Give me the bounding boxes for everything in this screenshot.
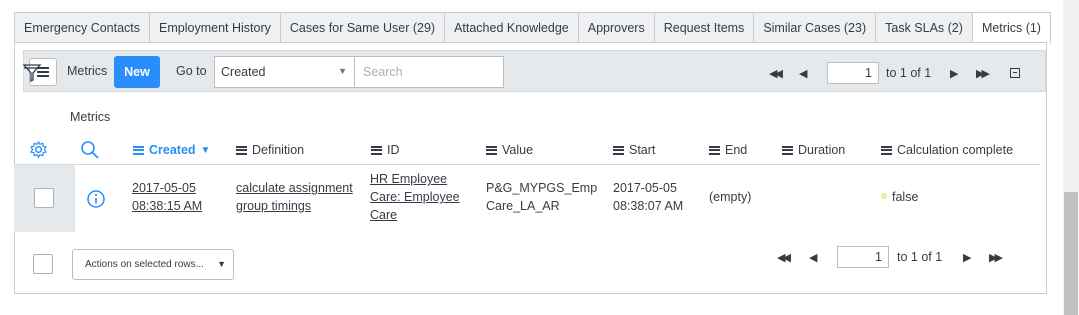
row-checkbox[interactable]	[34, 188, 54, 208]
sort-desc-icon: ▼	[200, 144, 211, 156]
page-number-input[interactable]: 1	[827, 62, 879, 84]
goto-field-select[interactable]: Created ▼	[214, 56, 356, 88]
filter-icon[interactable]	[22, 62, 42, 84]
column-calc-label: Calculation complete	[897, 143, 1014, 157]
cell-calculation-complete: false	[881, 188, 918, 206]
tab-request-items[interactable]: Request Items	[653, 12, 754, 43]
value-line2: Care_LA_AR	[486, 199, 560, 213]
column-id[interactable]: ID	[371, 143, 400, 157]
goto-field-value: Created	[221, 65, 266, 79]
column-menu-icon[interactable]	[709, 145, 720, 155]
row-select-cell	[14, 165, 75, 232]
scrollbar-thumb[interactable]	[1064, 192, 1078, 315]
collapse-icon[interactable]	[1010, 68, 1020, 78]
cell-end: (empty)	[709, 190, 752, 204]
tab-cases-same-user[interactable]: Cases for Same User (29)	[279, 12, 445, 43]
cell-id[interactable]: HR Employee Care: Employee Care	[370, 170, 460, 224]
definition-line1[interactable]: calculate assignment	[236, 179, 353, 197]
next-page-icon[interactable]: ▶	[950, 67, 970, 80]
select-all-checkbox[interactable]	[33, 254, 53, 274]
column-duration[interactable]: Duration	[782, 143, 845, 157]
created-time[interactable]: 08:38:15 AM	[132, 197, 202, 215]
column-end[interactable]: End	[709, 143, 747, 157]
tab-approvers[interactable]: Approvers	[577, 12, 654, 43]
search-input[interactable]	[354, 56, 504, 88]
id-line1[interactable]: HR Employee	[370, 170, 460, 188]
column-menu-icon[interactable]	[782, 145, 793, 155]
last-page-icon[interactable]: ▶▶	[989, 251, 1013, 264]
related-list-tabs: Emergency Contacts Employment History Ca…	[14, 12, 1051, 44]
first-page-icon[interactable]: ◀◀	[769, 67, 795, 80]
tab-task-slas[interactable]: Task SLAs (2)	[875, 12, 972, 43]
list-toolbar: Metrics New Go to Created ▼ ◀◀ ◀ 1 to 1 …	[23, 50, 1046, 92]
column-value-label: Value	[502, 143, 534, 157]
last-page-icon[interactable]: ▶▶	[976, 67, 1000, 80]
tab-attached-knowledge[interactable]: Attached Knowledge	[444, 12, 578, 43]
column-end-label: End	[725, 143, 748, 157]
info-icon[interactable]	[86, 189, 106, 209]
breadcrumb[interactable]: Metrics	[70, 110, 110, 124]
column-menu-icon[interactable]	[371, 145, 382, 155]
new-button[interactable]: New	[114, 56, 160, 88]
table-header: Created ▼ Definition ID Value Start End …	[14, 135, 1040, 165]
definition-line2[interactable]: group timings	[236, 197, 353, 215]
start-time: 08:38:07 AM	[613, 199, 684, 213]
column-start[interactable]: Start	[613, 143, 655, 157]
bottom-pager: ◀◀ ◀ 1 to 1 of 1 ▶ ▶▶	[777, 246, 1013, 268]
goto-label: Go to	[176, 64, 207, 78]
actions-select-label: Actions on selected rows...	[85, 259, 204, 270]
page-scrollbar[interactable]	[1063, 0, 1079, 315]
table-row: 2017-05-05 08:38:15 AM calculate assignm…	[14, 165, 1040, 232]
prev-page-icon[interactable]: ◀	[799, 67, 827, 80]
calc-value: false	[892, 190, 919, 204]
tab-similar-cases[interactable]: Similar Cases (23)	[753, 12, 876, 43]
top-pager: ◀◀ ◀ 1 to 1 of 1 ▶ ▶▶	[769, 62, 1020, 84]
column-created-label: Created	[149, 143, 196, 157]
dropdown-arrow-icon: ▼	[217, 259, 226, 269]
first-page-icon[interactable]: ◀◀	[777, 251, 803, 264]
column-definition-label: Definition	[252, 143, 305, 157]
cell-created[interactable]: 2017-05-05 08:38:15 AM	[132, 179, 202, 215]
tab-employment-history[interactable]: Employment History	[149, 12, 280, 43]
column-start-label: Start	[629, 143, 656, 157]
start-date: 2017-05-05	[613, 181, 677, 195]
column-menu-icon[interactable]	[133, 145, 144, 155]
status-dot-icon	[881, 193, 887, 199]
page-count-label: to 1 of 1	[897, 250, 943, 264]
id-line2[interactable]: Care: Employee	[370, 188, 460, 206]
column-id-label: ID	[387, 143, 400, 157]
search-icon[interactable]	[80, 140, 100, 160]
page-number-input[interactable]: 1	[837, 246, 889, 268]
tab-emergency-contacts[interactable]: Emergency Contacts	[14, 12, 150, 43]
column-value[interactable]: Value	[486, 143, 533, 157]
cell-definition[interactable]: calculate assignment group timings	[236, 179, 353, 215]
column-duration-label: Duration	[798, 143, 846, 157]
prev-page-icon[interactable]: ◀	[809, 251, 837, 264]
cell-value: P&G_MYPGS_Emp Care_LA_AR	[486, 179, 597, 215]
column-menu-icon[interactable]	[881, 145, 892, 155]
column-created[interactable]: Created ▼	[133, 143, 210, 157]
column-calculation-complete[interactable]: Calculation complete	[881, 143, 1013, 157]
list-title: Metrics	[67, 64, 108, 78]
next-page-icon[interactable]: ▶	[963, 251, 985, 264]
created-date[interactable]: 2017-05-05	[132, 179, 202, 197]
id-line3[interactable]: Care	[370, 206, 460, 224]
actions-select[interactable]: Actions on selected rows... ▼	[72, 249, 234, 280]
tab-metrics[interactable]: Metrics (1)	[971, 12, 1051, 44]
gear-icon[interactable]	[29, 140, 48, 159]
value-line1: P&G_MYPGS_Emp	[486, 181, 598, 195]
dropdown-arrow-icon: ▼	[338, 66, 347, 76]
column-menu-icon[interactable]	[486, 145, 497, 155]
cell-start: 2017-05-05 08:38:07 AM	[613, 179, 683, 215]
column-menu-icon[interactable]	[613, 145, 624, 155]
column-menu-icon[interactable]	[236, 145, 247, 155]
page-count-label: to 1 of 1	[886, 66, 932, 80]
column-definition[interactable]: Definition	[236, 143, 304, 157]
